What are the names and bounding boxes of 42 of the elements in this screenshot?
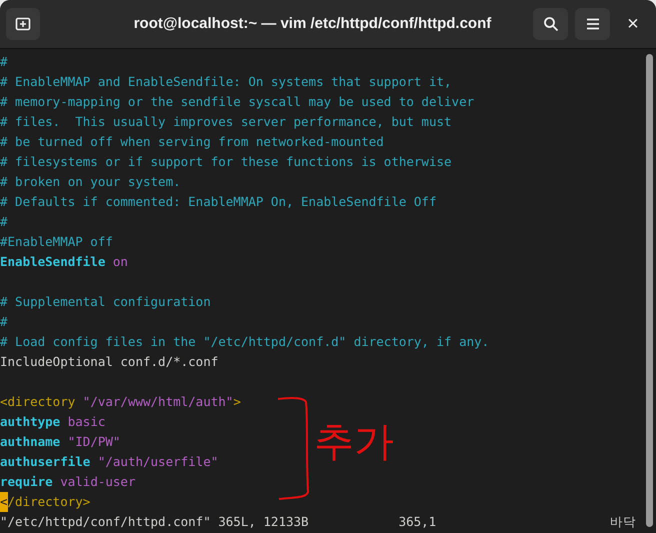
close-button[interactable]: × xyxy=(616,8,650,40)
code-comment: # EnableMMAP and EnableSendfile: On systems that support it, xyxy=(0,73,452,91)
code-keyword: authtype xyxy=(0,413,60,431)
status-message: "/etc/httpd/conf/httpd.conf" 365L, 12133B xyxy=(0,513,309,531)
code-value: "/var/www/html/auth" xyxy=(82,393,234,411)
code-comment: # be turned off when serving from networked-mounted xyxy=(0,133,384,151)
code-value: "ID/PW" xyxy=(66,433,120,451)
code-keyword: require xyxy=(0,473,53,491)
code-comment: # filesystems or if support for these functions is otherwise xyxy=(0,153,452,171)
code-value: basic xyxy=(66,413,106,431)
text-cursor: < xyxy=(0,492,8,512)
handwritten-annotation: 추가 xyxy=(314,418,394,466)
code-comment: # broken on your system. xyxy=(0,173,181,191)
menu-icon xyxy=(586,18,600,30)
code-comment: # xyxy=(0,313,8,331)
code-comment: #EnableMMAP off xyxy=(0,233,113,251)
code-tag: /directory> xyxy=(8,492,90,512)
code-value: valid-user xyxy=(59,473,136,491)
code-comment: # Load config files in the "/etc/httpd/conf.d" directory, if any. xyxy=(0,333,490,351)
scroll-position: 바닥 xyxy=(610,513,636,531)
code-tag: > xyxy=(233,392,241,412)
search-button[interactable] xyxy=(533,8,568,40)
window-title: root@localhost:~ — vim /etc/httpd/conf/httpd.conf xyxy=(132,14,492,34)
code-comment: # xyxy=(0,213,8,231)
code-value: on xyxy=(112,253,128,271)
code-keyword: authuserfile xyxy=(0,453,90,471)
scrollbar-thumb[interactable] xyxy=(646,54,653,527)
menu-button[interactable] xyxy=(575,8,610,40)
cursor-position: 365,1 xyxy=(398,513,436,531)
code-tag: <directory xyxy=(0,392,76,412)
new-tab-button[interactable] xyxy=(6,8,40,40)
code-comment: # Defaults if commented: EnableMMAP On, EnableSendfile Off xyxy=(0,193,436,211)
search-icon xyxy=(542,16,558,32)
code-keyword: EnableSendfile xyxy=(0,253,106,271)
code-value: "/auth/userfile" xyxy=(96,453,218,471)
code-comment: # xyxy=(0,53,8,71)
code-comment: # files. This usually improves server performance, but must xyxy=(0,113,452,131)
code-comment: # Supplemental configuration xyxy=(0,293,211,311)
code-comment: # memory-mapping or the sendfile syscall may be used to deliver xyxy=(0,93,474,111)
new-tab-icon xyxy=(15,16,31,32)
code-keyword: authname xyxy=(0,433,60,451)
code-text: IncludeOptional conf.d/*.conf xyxy=(0,353,218,371)
